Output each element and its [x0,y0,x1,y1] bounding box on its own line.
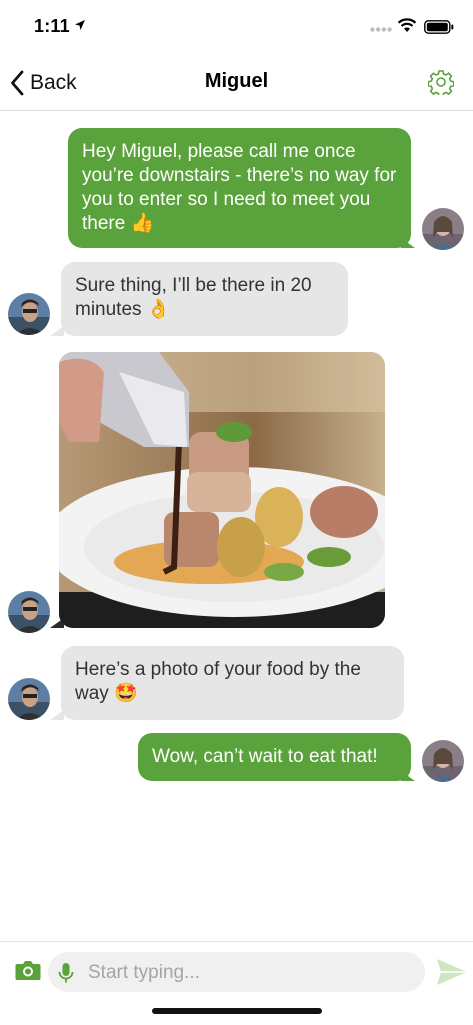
avatar-miguel-photo [8,293,50,335]
send-icon[interactable] [436,957,468,987]
message-bubble-outgoing[interactable]: Hey Miguel, please call me once you’re d… [68,128,411,248]
page-title: Miguel [204,70,269,92]
bubble-tail [401,771,415,781]
status-bar: 1:11 [0,0,473,52]
food-photo-image [59,352,385,628]
location-arrow-icon [75,20,85,30]
gear-icon[interactable] [428,69,454,95]
battery-icon [424,20,454,34]
microphone-icon[interactable] [58,962,74,984]
avatar-miguel [8,678,50,720]
avatar-miguel-photo [8,591,50,633]
message-bubble-incoming[interactable]: Sure thing, I’ll be there in 20 minutes … [61,262,348,336]
message-bubble-outgoing[interactable]: Wow, can’t wait to eat that! [138,733,411,781]
avatar-self [422,208,464,250]
avatar-miguel-photo [8,678,50,720]
avatar-self-photo [422,740,464,782]
message-photo-food[interactable] [59,352,385,628]
message-input-field[interactable] [48,952,425,994]
avatar-miguel [8,293,50,335]
avatar-self [422,740,464,782]
avatar-self-photo [422,208,464,250]
nav-bar: Back Miguel [0,52,473,111]
home-indicator [152,1008,322,1014]
camera-icon[interactable] [15,959,41,981]
avatar-miguel [8,591,50,633]
signal-dots-icon [370,27,392,32]
wifi-icon [397,18,417,32]
status-time: 1:11 [34,16,70,36]
bubble-tail [401,238,415,248]
message-bubble-incoming[interactable]: Here’s a photo of your food by the way 🤩 [61,646,404,720]
message-input[interactable] [86,952,410,994]
